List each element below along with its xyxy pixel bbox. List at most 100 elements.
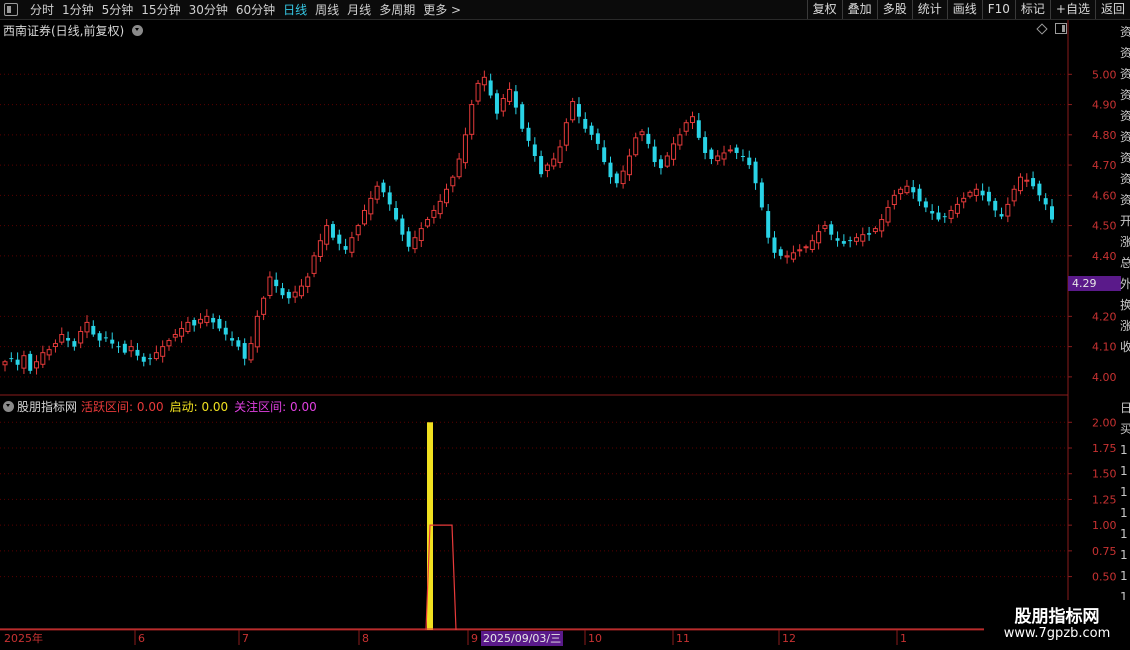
candle-body [305, 276, 311, 287]
candle-body [999, 214, 1004, 217]
candle-body [431, 209, 437, 218]
candle-body [639, 131, 645, 136]
candle-body [513, 91, 518, 108]
y-tick-label: 2.00 [1092, 416, 1117, 429]
candle-body [664, 155, 670, 167]
chart-canvas[interactable]: 5.00 4.90 4.80 4.70 4.60 4.50 4.40 4.20 4.10 4.00… [0, 0, 1130, 650]
candle-body [185, 321, 191, 332]
chevron-down-icon[interactable] [3, 401, 14, 412]
side-info-char: 涨 [1120, 319, 1130, 333]
candle-body [715, 155, 721, 162]
candle-body [394, 207, 399, 220]
candle-body [891, 194, 897, 206]
indicator-start: 启动: 0.00 [169, 400, 229, 414]
candle-body [204, 315, 210, 323]
candle-body [954, 203, 960, 214]
y-tick-label: 4.50 [1092, 220, 1117, 233]
candle-body [936, 212, 941, 220]
side-info-char: 资 [1120, 172, 1130, 186]
candle-body [148, 358, 153, 360]
candle-body [343, 246, 348, 250]
indicator-title[interactable]: 股朋指标网 活跃区间: 0.00 启动: 0.00 关注区间: 0.00 [3, 398, 317, 415]
side-info-panel: 资资资资资资资资资开涨总外换涨收 [1120, 22, 1130, 392]
side-info-char: 日 [1120, 401, 1130, 415]
candle-body [381, 182, 386, 193]
y-tick-label: 4.80 [1092, 129, 1117, 142]
side-info-char: 买 [1120, 422, 1130, 436]
candle-body [520, 104, 525, 129]
side-info-char: 1 [1120, 464, 1128, 478]
candle-body [747, 157, 752, 166]
candle-body [1031, 178, 1036, 187]
candle-body [324, 225, 330, 245]
candle-body [374, 185, 380, 200]
candle-body [311, 255, 317, 274]
candle-body [267, 276, 273, 296]
candle-body [488, 80, 493, 96]
candle-body [330, 224, 335, 238]
candle-body [721, 152, 727, 160]
side-info-char: 资 [1120, 130, 1130, 144]
candle-body [766, 211, 771, 238]
candle-body [683, 122, 689, 132]
candle-body [481, 76, 487, 86]
candle-body [172, 334, 178, 338]
candle-body [387, 192, 392, 205]
candle-body [797, 249, 803, 252]
candle-body [923, 201, 928, 208]
candle-body [462, 134, 468, 164]
candle-body [21, 355, 27, 369]
candle-body [1050, 206, 1054, 220]
candle-body [66, 338, 71, 341]
candle-body [469, 104, 475, 135]
candle-body [425, 219, 431, 227]
candle-body [961, 197, 967, 203]
candle-body [658, 159, 663, 169]
candle-body [122, 343, 127, 353]
side-info-char: 资 [1120, 193, 1130, 207]
candle-body [179, 327, 185, 337]
candle-body [412, 237, 418, 250]
candle-body [803, 246, 809, 249]
candle-body [544, 164, 550, 172]
candle-body [703, 137, 708, 153]
x-tick-label: 12 [782, 632, 796, 645]
candle-body [993, 200, 998, 211]
x-tick-label: 6 [138, 632, 145, 645]
candle-body [677, 134, 683, 146]
indicator-name: 股朋指标网 [17, 400, 78, 414]
side-info-char: 1 [1120, 569, 1128, 583]
candle-body [898, 188, 904, 195]
candle-body [608, 162, 613, 178]
x-tick-label: 11 [676, 632, 690, 645]
side-info-char: 总 [1120, 256, 1130, 270]
side-info-panel-lower: 日买11111111 [1120, 398, 1130, 628]
candle-body [78, 330, 84, 344]
candle-body [885, 206, 891, 223]
candle-body [973, 188, 979, 196]
candle-body [400, 218, 405, 235]
side-info-char: 外 [1120, 277, 1130, 291]
candle-body [778, 249, 783, 256]
candle-body [135, 349, 140, 356]
candle-body [128, 346, 134, 352]
candle-body [589, 125, 594, 135]
candle-body [633, 137, 639, 156]
side-info-char: 资 [1120, 88, 1130, 102]
candle-body [317, 240, 323, 257]
candle-body [475, 82, 481, 102]
candle-body [576, 104, 581, 117]
candle-body [620, 170, 626, 185]
candle-body [557, 146, 563, 163]
candle-body [248, 343, 254, 361]
candle-body [500, 98, 506, 112]
candle-body [40, 352, 46, 365]
y-tick-label: 4.10 [1092, 341, 1117, 354]
candle-body [46, 349, 52, 356]
side-info-char: 1 [1120, 548, 1128, 562]
candle-body [614, 173, 619, 184]
candle-body [652, 146, 657, 163]
candle-body [103, 337, 108, 339]
candle-body [917, 188, 922, 202]
candle-body [860, 234, 866, 242]
